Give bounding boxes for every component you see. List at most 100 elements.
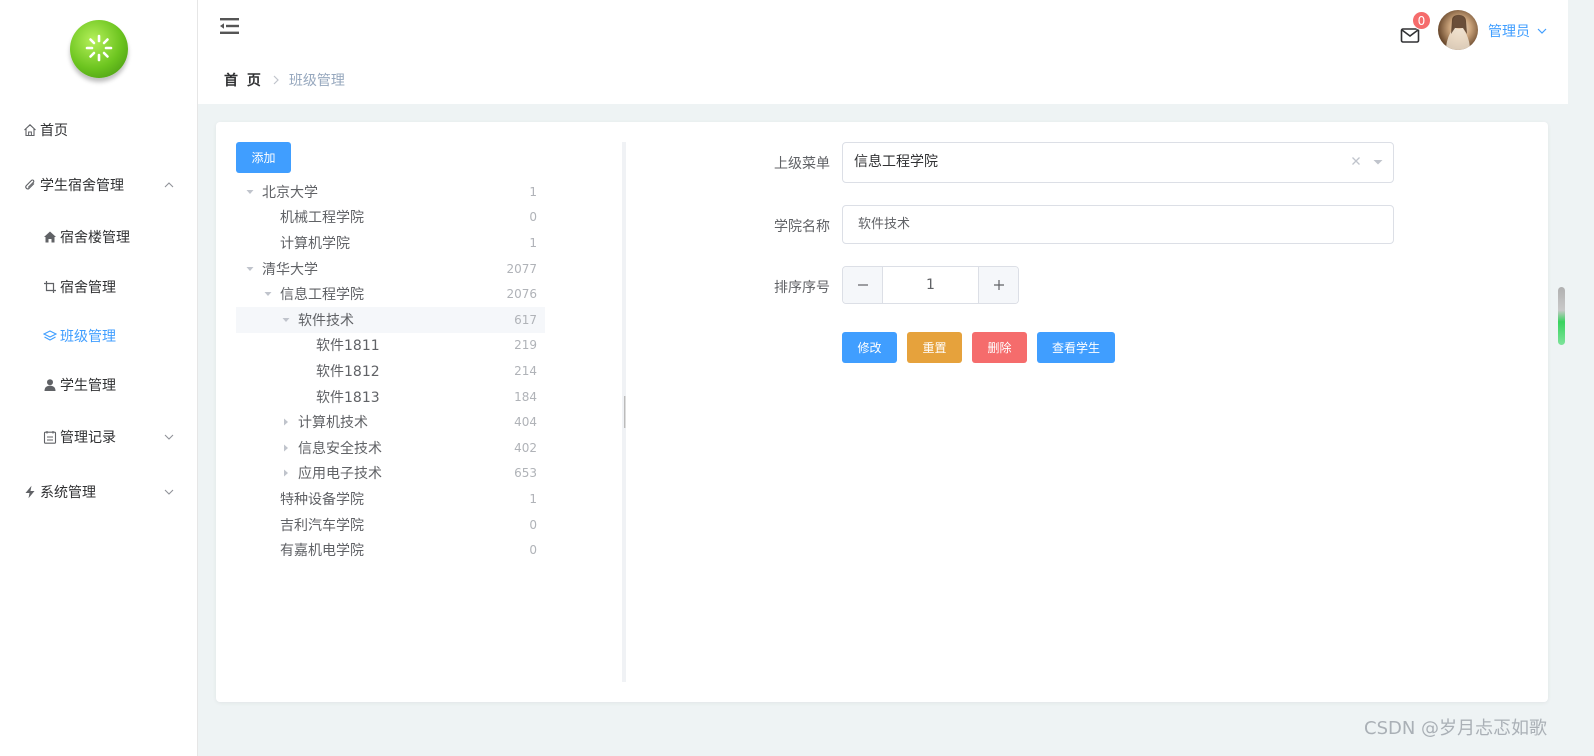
user-name: 管理员 xyxy=(1488,24,1530,40)
caret-placeholder xyxy=(298,365,310,377)
tree-node[interactable]: 软件1813 184 xyxy=(236,384,545,410)
crop-icon xyxy=(42,279,58,295)
page-scrollbar-thumb[interactable] xyxy=(1558,287,1565,345)
tree-node[interactable]: 应用电子技术 653 xyxy=(236,461,545,487)
tree-node[interactable]: 软件技术 617 xyxy=(236,306,545,333)
tree-node-count: 404 xyxy=(514,415,537,430)
avatar[interactable] xyxy=(1438,10,1478,50)
tree-node[interactable]: 信息安全技术 402 xyxy=(236,435,545,461)
tree-node-count: 214 xyxy=(514,363,537,378)
tree-node[interactable]: 特种设备学院 1 xyxy=(236,486,545,512)
sidebar-item-records[interactable]: 管理记录 xyxy=(0,412,197,462)
sort-order-value[interactable]: 1 xyxy=(883,267,978,303)
sidebar-item-label: 班级管理 xyxy=(60,329,116,345)
tree-node[interactable]: 清华大学 2077 xyxy=(236,256,545,282)
chevron-down-icon xyxy=(164,434,174,440)
lightning-icon xyxy=(22,484,38,500)
tree-node-count: 1 xyxy=(529,235,537,250)
layers-icon xyxy=(42,328,58,344)
caret-right-icon[interactable] xyxy=(280,416,292,428)
tree-node-count: 1 xyxy=(529,491,537,506)
tree-node-label: 软件1811 xyxy=(316,338,380,355)
tree-node[interactable]: 软件1812 214 xyxy=(236,358,545,384)
add-button[interactable]: 添加 xyxy=(236,142,291,173)
breadcrumb: 首 页 班级管理 xyxy=(224,70,345,90)
view-students-button[interactable]: 查看学生 xyxy=(1037,332,1115,363)
caret-placeholder xyxy=(298,391,310,403)
clear-icon[interactable] xyxy=(1349,154,1363,168)
splitter-grip[interactable] xyxy=(624,396,625,428)
loading-spinner-icon xyxy=(85,34,113,62)
sidebar-item-class[interactable]: 班级管理 xyxy=(0,311,197,361)
tree-node-count: 184 xyxy=(514,389,537,404)
tree-node-label: 机械工程学院 xyxy=(280,210,364,227)
tree-node-count: 0 xyxy=(529,543,537,558)
caret-right-icon[interactable] xyxy=(280,467,292,479)
parent-menu-select[interactable]: 信息工程学院 xyxy=(842,142,1394,183)
sidebar-item-label: 宿舍管理 xyxy=(60,280,116,296)
tree-node-label: 信息安全技术 xyxy=(298,440,382,457)
tree-node[interactable]: 机械工程学院 0 xyxy=(236,205,545,231)
tree-node-count: 0 xyxy=(529,517,537,532)
tree-node-label: 软件技术 xyxy=(298,312,354,329)
user-menu[interactable]: 管理员 xyxy=(1488,21,1548,41)
tree-node-count: 0 xyxy=(529,210,537,225)
reset-button[interactable]: 重置 xyxy=(907,332,962,363)
caret-placeholder xyxy=(298,339,310,351)
caret-placeholder xyxy=(262,237,274,249)
tree-node-count: 1 xyxy=(529,184,537,199)
main-card: 添加 北京大学 1 机械工程学院 0 计算机学院 1 清华大学 2077 信息工程学院 2076 软… xyxy=(216,122,1548,702)
tree-node-count: 2077 xyxy=(506,261,537,276)
sidebar-item-label: 宿舍楼管理 xyxy=(60,230,130,246)
tree-node-label: 北京大学 xyxy=(262,184,318,201)
college-name-input[interactable]: 软件技术 xyxy=(842,205,1394,244)
tree-node-count: 653 xyxy=(514,466,537,481)
chevron-down-icon xyxy=(164,489,174,495)
caret-right-icon[interactable] xyxy=(280,442,292,454)
watermark: CSDN @岁月忐忑如歌 xyxy=(1364,718,1548,739)
sidebar-item-dorm-management[interactable]: 学生宿舍管理 xyxy=(0,160,197,210)
sidebar-item-label: 系统管理 xyxy=(40,485,96,501)
plus-icon xyxy=(993,280,1004,290)
tree-node[interactable]: 吉利汽车学院 0 xyxy=(236,512,545,538)
sidebar-item-building[interactable]: 宿舍楼管理 xyxy=(0,212,197,262)
tree-node-count: 402 xyxy=(514,440,537,455)
sort-order-stepper: 1 xyxy=(842,266,1019,304)
tree-node[interactable]: 软件1811 219 xyxy=(236,333,545,359)
tree-node[interactable]: 信息工程学院 2076 xyxy=(236,281,545,307)
sidebar-item-student[interactable]: 学生管理 xyxy=(0,360,197,410)
tree-node-label: 清华大学 xyxy=(262,261,318,278)
tree-node[interactable]: 有嘉机电学院 0 xyxy=(236,537,545,563)
sidebar: 首页 学生宿舍管理 宿舍楼管理 宿舍管理 班级管理 学生管理 管理记录 系统管理 xyxy=(0,0,198,756)
breadcrumb-home[interactable]: 首 页 xyxy=(224,70,263,90)
sidebar-item-label: 首页 xyxy=(40,123,68,139)
increment-button[interactable] xyxy=(978,267,1018,303)
tree-node-label: 计算机学院 xyxy=(280,235,350,252)
college-name-label: 学院名称 xyxy=(774,219,830,235)
sidebar-item-system[interactable]: 系统管理 xyxy=(0,467,197,517)
caret-down-icon[interactable] xyxy=(262,288,274,300)
delete-button[interactable]: 删除 xyxy=(972,332,1027,363)
tree-node[interactable]: 计算机技术 404 xyxy=(236,409,545,435)
caret-down-icon[interactable] xyxy=(280,314,292,326)
sidebar-item-label: 管理记录 xyxy=(60,430,116,446)
tree-node-count: 2076 xyxy=(506,287,537,302)
class-tree: 北京大学 1 机械工程学院 0 计算机学院 1 清华大学 2077 信息工程学院 2076 软件技术… xyxy=(236,179,545,563)
menu-fold-icon[interactable] xyxy=(220,17,240,35)
edit-button[interactable]: 修改 xyxy=(842,332,897,363)
sidebar-item-home[interactable]: 首页 xyxy=(0,105,197,155)
decrement-button[interactable] xyxy=(843,267,883,303)
sidebar-item-dorm[interactable]: 宿舍管理 xyxy=(0,262,197,312)
tree-node[interactable]: 计算机学院 1 xyxy=(236,230,545,256)
house-icon xyxy=(42,229,58,245)
tree-node-label: 计算机技术 xyxy=(298,415,368,432)
caret-down-icon[interactable] xyxy=(244,263,256,275)
app-logo xyxy=(70,20,128,78)
chevron-up-icon xyxy=(164,182,174,188)
parent-menu-value: 信息工程学院 xyxy=(854,154,938,170)
tree-node-count: 617 xyxy=(514,312,537,327)
tree-node[interactable]: 北京大学 1 xyxy=(236,179,545,205)
caret-down-icon[interactable] xyxy=(244,186,256,198)
caret-placeholder xyxy=(262,544,274,556)
caret-placeholder xyxy=(262,493,274,505)
